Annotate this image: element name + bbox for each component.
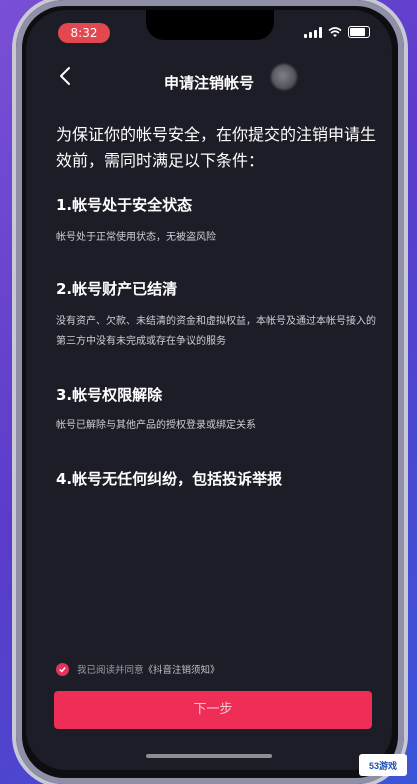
status-time: 8:32: [58, 23, 110, 43]
home-indicator: [146, 754, 272, 758]
checkmark-icon: [59, 666, 66, 673]
condition-desc: 没有资产、欠款、未结清的资金和虚拟权益，本帐号及通过本帐号接入的第三方中没有未完…: [56, 316, 376, 347]
condition-title: 2.帐号财产已结清: [56, 280, 178, 298]
agreement-row: 我已阅读并同意《抖音注销须知》: [56, 662, 220, 676]
app-screen: 8:32 申请注销帐号 为保证你的帐号安全，在你提交的注销申请生效前，需同时满足…: [26, 10, 392, 770]
agreement-prefix: 我已阅读并同意: [77, 665, 144, 676]
condition-title: 4.帐号无任何纠纷，包括投诉举报: [56, 470, 283, 488]
battery-icon: [348, 26, 370, 38]
agreement-link[interactable]: 《抖音注销须知》: [144, 665, 220, 676]
agreement-text: 我已阅读并同意《抖音注销须知》: [77, 662, 220, 676]
next-button[interactable]: 下一步: [54, 691, 372, 729]
wifi-icon: [328, 26, 342, 37]
agreement-checkbox[interactable]: [56, 662, 69, 676]
avatar: [271, 64, 297, 90]
condition-desc: 帐号已解除与其他产品的授权登录或绑定关系: [56, 420, 256, 431]
nav-bar: 申请注销帐号: [26, 58, 392, 98]
condition-title: 3.帐号权限解除: [56, 386, 163, 404]
watermark-logo: 53游戏: [359, 754, 407, 776]
intro-text: 为保证你的帐号安全，在你提交的注销申请生效前，需同时满足以下条件：: [56, 125, 377, 170]
camera-notch: [146, 10, 274, 40]
page-title: 申请注销帐号: [163, 74, 254, 92]
condition-title: 1.帐号处于安全状态: [56, 196, 193, 214]
status-icons: [304, 26, 370, 38]
condition-desc: 帐号处于正常使用状态，无被盗风险: [56, 232, 216, 243]
signal-icon: [304, 26, 322, 38]
